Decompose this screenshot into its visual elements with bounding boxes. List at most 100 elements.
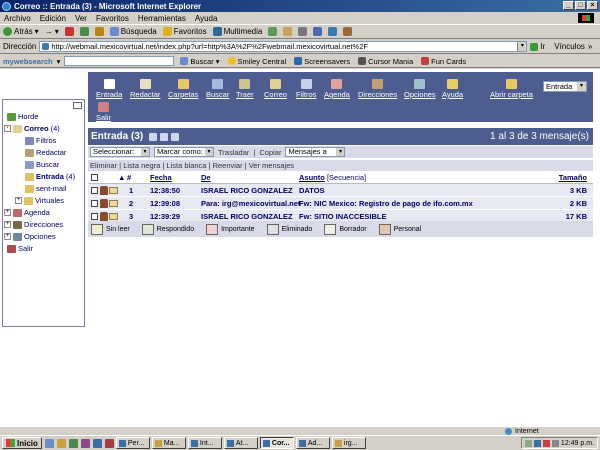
mywebsearch-input[interactable] bbox=[64, 56, 175, 66]
tree-item-direcciones[interactable]: + Direcciones bbox=[4, 220, 63, 229]
nav-agenda[interactable]: Agenda bbox=[324, 79, 350, 99]
taskbar-button[interactable]: At... bbox=[223, 437, 258, 449]
nav-abrir-carpeta[interactable]: Abrir carpeta bbox=[490, 79, 533, 99]
tree-item-entrada[interactable]: Entrada (4) bbox=[25, 172, 75, 181]
taskbar-button[interactable]: Per... bbox=[115, 437, 150, 449]
tray-icon[interactable] bbox=[533, 439, 541, 447]
menu-favoritos[interactable]: Favoritos bbox=[96, 14, 129, 23]
fun-cards-button[interactable]: Fun Cards bbox=[419, 57, 468, 66]
message-action-links[interactable]: Eliminar | Lista negra | Lista blanca | … bbox=[88, 160, 593, 171]
nav-correo[interactable]: Correo bbox=[264, 79, 287, 99]
taskbar-button-active[interactable]: Cor... bbox=[259, 437, 294, 449]
edit-icon[interactable] bbox=[313, 27, 323, 36]
move-link[interactable]: Trasladar bbox=[218, 148, 249, 157]
mail-icon[interactable] bbox=[283, 27, 293, 36]
quicklaunch-icon[interactable] bbox=[104, 438, 114, 448]
taskbar-button[interactable]: Ad... bbox=[295, 437, 330, 449]
multimedia-button[interactable]: Multimedia bbox=[212, 27, 262, 36]
nav-redactar[interactable]: Redactar bbox=[130, 79, 160, 99]
quicklaunch-icon[interactable] bbox=[68, 438, 78, 448]
tree-item-opciones[interactable]: + Opciones bbox=[4, 232, 56, 241]
row-from[interactable]: Para: irg@mexicovirtual.net bbox=[201, 199, 300, 208]
folder-select[interactable]: Entrada ▾ bbox=[543, 81, 587, 92]
tree-item-virtuales[interactable]: + Virtuales bbox=[15, 196, 64, 205]
header-subject[interactable]: Asunto [Secuencia] bbox=[299, 173, 366, 182]
row-checkbox[interactable] bbox=[91, 199, 98, 207]
nav-ayuda[interactable]: Ayuda bbox=[442, 79, 463, 99]
screensavers-button[interactable]: Screensavers bbox=[292, 57, 352, 66]
search-button[interactable]: Búsqueda bbox=[109, 27, 157, 36]
sort-direction-icon[interactable] bbox=[160, 132, 169, 141]
volume-icon[interactable] bbox=[551, 439, 559, 447]
nav-direcciones[interactable]: Direcciones bbox=[358, 79, 397, 99]
menu-edicion[interactable]: Edición bbox=[40, 14, 66, 23]
history-icon[interactable] bbox=[268, 27, 278, 36]
select-dropdown[interactable]: Seleccionar: ▾ bbox=[90, 147, 150, 157]
refresh-icon[interactable] bbox=[79, 27, 89, 36]
mywebsearch-dropdown-icon[interactable]: ▾ bbox=[57, 57, 61, 66]
mywebsearch-search-button[interactable]: Buscar ▾ bbox=[178, 57, 221, 66]
back-button[interactable]: Atrás ▾ bbox=[3, 27, 39, 36]
tree-item-correo[interactable]: - Correo (4) bbox=[4, 124, 60, 133]
taskbar-button[interactable]: Int... bbox=[187, 437, 222, 449]
select-all-checkbox[interactable] bbox=[91, 174, 98, 181]
taskbar-button[interactable]: Ma... bbox=[151, 437, 186, 449]
print-icon[interactable] bbox=[298, 27, 308, 36]
tree-item-sent-mail[interactable]: sent-mail bbox=[25, 184, 66, 193]
copy-link[interactable]: Copiar bbox=[259, 148, 281, 157]
header-date[interactable]: Fecha bbox=[150, 173, 172, 182]
row-subject[interactable]: Fw: NIC Mexico: Registro de pago de ifo.… bbox=[299, 199, 473, 208]
nav-buscar[interactable]: Buscar bbox=[206, 79, 229, 99]
row-from[interactable]: ISRAEL RICO GONZALEZ bbox=[201, 212, 293, 221]
tree-item-buscar[interactable]: Buscar bbox=[25, 160, 59, 169]
nav-opciones[interactable]: Opciones bbox=[404, 79, 436, 99]
menu-herramientas[interactable]: Herramientas bbox=[138, 14, 186, 23]
maximize-button[interactable]: □ bbox=[575, 1, 586, 10]
minimize-button[interactable]: _ bbox=[563, 1, 574, 10]
menu-ayuda[interactable]: Ayuda bbox=[195, 14, 218, 23]
expand-toggle-icon[interactable]: + bbox=[4, 221, 11, 228]
go-button[interactable]: Ir bbox=[530, 42, 545, 51]
expand-toggle-icon[interactable]: + bbox=[4, 209, 11, 216]
smiley-central-button[interactable]: Smiley Central bbox=[226, 57, 289, 66]
menu-archivo[interactable]: Archivo bbox=[4, 14, 31, 23]
home-icon[interactable] bbox=[94, 27, 104, 36]
favorites-button[interactable]: Favoritos bbox=[162, 27, 207, 36]
nav-entrada[interactable]: Entrada bbox=[96, 79, 122, 99]
header-sequence[interactable]: [Secuencia] bbox=[327, 173, 366, 182]
target-folder-dropdown[interactable]: Mensajes a ▾ bbox=[285, 147, 346, 157]
expand-toggle-icon[interactable]: + bbox=[15, 197, 22, 204]
tree-item-filtros[interactable]: Filtros bbox=[25, 136, 56, 145]
collapse-sidebar-icon[interactable] bbox=[73, 102, 82, 109]
table-row[interactable]: 2 12:39:08 Para: irg@mexicovirtual.net F… bbox=[88, 197, 593, 210]
row-subject[interactable]: Fw: SITIO INACCESIBLE bbox=[299, 212, 387, 221]
cursor-mania-button[interactable]: Cursor Mania bbox=[356, 57, 415, 66]
table-row[interactable]: 1 12:38:50 ISRAEL RICO GONZALEZ DATOS 3 … bbox=[88, 184, 593, 197]
nav-carpetas[interactable]: Carpetas bbox=[168, 79, 198, 99]
quicklaunch-icon[interactable] bbox=[92, 438, 102, 448]
start-button[interactable]: Inicio bbox=[2, 437, 42, 449]
row-checkbox[interactable] bbox=[91, 212, 98, 220]
quicklaunch-icon[interactable] bbox=[56, 438, 66, 448]
refresh-icon[interactable] bbox=[149, 132, 158, 141]
header-number[interactable]: # bbox=[127, 173, 131, 182]
tray-icon[interactable] bbox=[542, 439, 550, 447]
quicklaunch-icon[interactable] bbox=[44, 438, 54, 448]
messenger-icon[interactable] bbox=[328, 27, 338, 36]
row-subject[interactable]: DATOS bbox=[299, 186, 325, 195]
expand-toggle-icon[interactable]: + bbox=[4, 233, 11, 240]
links-chevron-icon[interactable]: » bbox=[588, 42, 592, 51]
header-from[interactable]: De bbox=[201, 173, 211, 182]
links-label[interactable]: Vínculos bbox=[554, 42, 585, 51]
tree-item-agenda[interactable]: + Agenda bbox=[4, 208, 50, 217]
search-icon[interactable] bbox=[171, 132, 180, 141]
taskbar-button[interactable]: irg... bbox=[331, 437, 366, 449]
collapse-toggle-icon[interactable]: - bbox=[4, 125, 11, 132]
discuss-icon[interactable] bbox=[343, 27, 353, 36]
forward-button[interactable]: → ▾ bbox=[45, 27, 59, 36]
address-dropdown-icon[interactable]: ▾ bbox=[517, 42, 527, 51]
mark-as-dropdown[interactable]: Marcar como: ▾ bbox=[154, 147, 214, 157]
tree-item-redactar[interactable]: Redactar bbox=[25, 148, 66, 157]
nav-filtros[interactable]: Filtros bbox=[296, 79, 316, 99]
row-from[interactable]: ISRAEL RICO GONZALEZ bbox=[201, 186, 293, 195]
